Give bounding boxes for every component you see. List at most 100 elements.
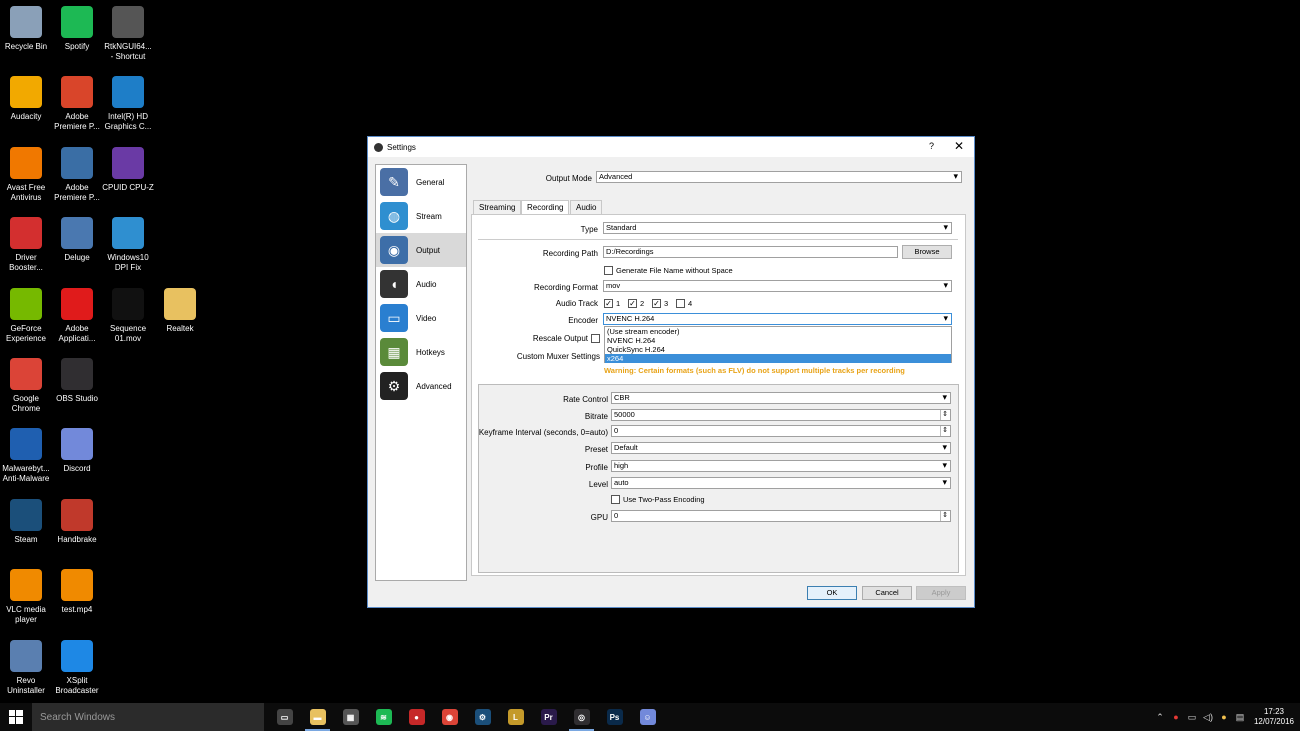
taskbar-app-button[interactable]: ◉ [433,703,466,731]
obs-icon: ◎ [573,709,590,725]
desktop-icon[interactable]: test.mp4 [51,565,103,615]
desktop-icon[interactable]: Realtek [154,284,206,334]
desktop-icon[interactable]: Spotify [51,2,103,52]
taskbar-app-button[interactable]: ▦ [334,703,367,731]
desktop-icon[interactable]: RtkNGUI64... - Shortcut [102,2,154,62]
tray-app-icon[interactable]: ● [1216,703,1232,731]
encoder-option[interactable]: NVENC H.264 [605,336,951,345]
sidebar-item-advanced[interactable]: ⚙ Advanced [376,369,466,403]
desktop-icon-label: Intel(R) HD Graphics C... [104,112,152,131]
sidebar-item-audio[interactable]: ◖ Audio [376,267,466,301]
taskbar-search-input[interactable]: Search Windows [32,703,264,731]
apply-button[interactable]: Apply [916,586,966,600]
desktop-icon[interactable]: Driver Booster... [0,213,52,273]
output-mode-select[interactable]: Advanced [596,171,962,183]
browse-button[interactable]: Browse [902,245,952,259]
gen-filename-label: Generate File Name without Space [616,266,733,275]
recording-format-select[interactable]: mov [603,280,952,292]
hotkeys-keyboard-icon: ▦ [380,338,408,366]
taskbar-app-button[interactable]: Ps [598,703,631,731]
two-pass-checkbox[interactable] [611,495,620,504]
desktop-icon[interactable]: Handbrake [51,495,103,545]
rate-control-select[interactable]: CBR [611,392,951,404]
ok-button[interactable]: OK [807,586,857,600]
photoshop-icon: Ps [606,709,623,725]
desktop-icon[interactable]: Malwarebyt... Anti-Malware [0,424,52,484]
taskbar-app-button[interactable]: ▬ [301,703,334,731]
desktop-icon[interactable]: Sequence 01.mov [102,284,154,344]
desktop-icon[interactable]: Windows10 DPI Fix [102,213,154,273]
desktop-icon[interactable]: Adobe Premiere P... [51,143,103,203]
gen-filename-checkbox[interactable] [604,266,613,275]
sidebar-item-output[interactable]: ◉ Output [376,233,466,267]
sidebar-item-general[interactable]: ✎ General [376,165,466,199]
desktop-icon-label: test.mp4 [61,605,93,614]
desktop-icon-label: Recycle Bin [4,42,48,51]
rescale-output-checkbox[interactable] [591,334,600,343]
desktop-icon[interactable]: Audacity [0,72,52,122]
desktop-icon[interactable]: Avast Free Antivirus [0,143,52,203]
chevron-up-icon[interactable]: ⌃ [1152,703,1168,731]
desktop-icon[interactable]: OBS Studio [51,354,103,404]
desktop-icon[interactable]: Steam [0,495,52,545]
audio-track-checkbox[interactable]: ✓ [652,299,661,308]
sidebar-item-stream[interactable]: ◍ Stream [376,199,466,233]
sidebar-item-hotkeys[interactable]: ▦ Hotkeys [376,335,466,369]
recording-path-input[interactable]: D:/Recordings [603,246,898,258]
desktop-icon[interactable]: XSplit Broadcaster [51,636,103,696]
level-select[interactable]: auto [611,477,951,489]
taskbar-app-button[interactable]: ▭ [268,703,301,731]
desktop-icon[interactable]: Revo Uninstaller [0,636,52,696]
tab-audio[interactable]: Audio [570,200,603,215]
notifications-icon[interactable]: ▤ [1232,703,1248,731]
bitrate-spinbox[interactable]: 50000 [611,409,951,421]
desktop-icon-label: VLC media player [6,605,46,624]
audio-track-label: Audio Track [555,299,598,308]
keyframe-interval-spinbox[interactable]: 0 [611,425,951,437]
spotify-icon [61,6,93,38]
desktop-icon[interactable]: CPUID CPU-Z [102,143,154,193]
audio-track-checkbox[interactable]: ✓ [628,299,637,308]
desktop-icon[interactable]: Recycle Bin [0,2,52,52]
encoder-select[interactable]: NVENC H.264 [603,313,952,325]
taskbar-app-button[interactable]: ☺ [631,703,664,731]
taskbar-app-button[interactable]: ⚙ [466,703,499,731]
encoder-option[interactable]: x264 [605,354,951,363]
desktop-icon[interactable]: Adobe Applicati... [51,284,103,344]
desktop-icon-label: Avast Free Antivirus [6,183,46,202]
desktop-icon[interactable]: Adobe Premiere P... [51,72,103,132]
taskbar-app-button[interactable]: L [499,703,532,731]
settings-titlebar[interactable]: Settings [368,137,974,157]
desktop-icon[interactable]: VLC media player [0,565,52,625]
desktop-icon[interactable]: Deluge [51,213,103,263]
network-icon[interactable]: ▭ [1184,703,1200,731]
encoder-dropdown-list: (Use stream encoder) NVENC H.264 QuickSync… [604,326,952,363]
gpu-spinbox[interactable]: 0 [611,510,951,522]
tab-recording[interactable]: Recording [521,200,570,215]
tray-red-app-icon[interactable]: ● [1168,703,1184,731]
help-button[interactable]: ? [929,141,934,151]
desktop-icon[interactable]: GeForce Experience [0,284,52,344]
desktop-icon[interactable]: Discord [51,424,103,474]
taskbar-app-button[interactable]: ● [400,703,433,731]
type-select[interactable]: Standard [603,222,952,234]
preset-select[interactable]: Default [611,442,951,454]
tab-streaming[interactable]: Streaming [473,200,522,215]
close-button[interactable]: ✕ [954,139,964,153]
audio-track-checkbox[interactable]: ✓ [604,299,613,308]
start-button[interactable] [0,703,32,731]
audio-track-checkbox[interactable] [676,299,685,308]
taskbar-app-button[interactable]: ≋ [367,703,400,731]
taskbar-app-button[interactable]: Pr [532,703,565,731]
profile-select[interactable]: high [611,460,951,472]
encoder-option[interactable]: (Use stream encoder) [605,327,951,336]
encoder-option[interactable]: QuickSync H.264 [605,345,951,354]
general-icon: ✎ [380,168,408,196]
volume-icon[interactable]: ◁) [1200,703,1216,731]
desktop-icon[interactable]: Google Chrome [0,354,52,414]
taskbar-app-button[interactable]: ◎ [565,703,598,731]
sidebar-item-video[interactable]: ▭ Video [376,301,466,335]
desktop-icon[interactable]: Intel(R) HD Graphics C... [102,72,154,132]
clock[interactable]: 17:23 12/07/2016 [1248,707,1300,727]
cancel-button[interactable]: Cancel [862,586,912,600]
